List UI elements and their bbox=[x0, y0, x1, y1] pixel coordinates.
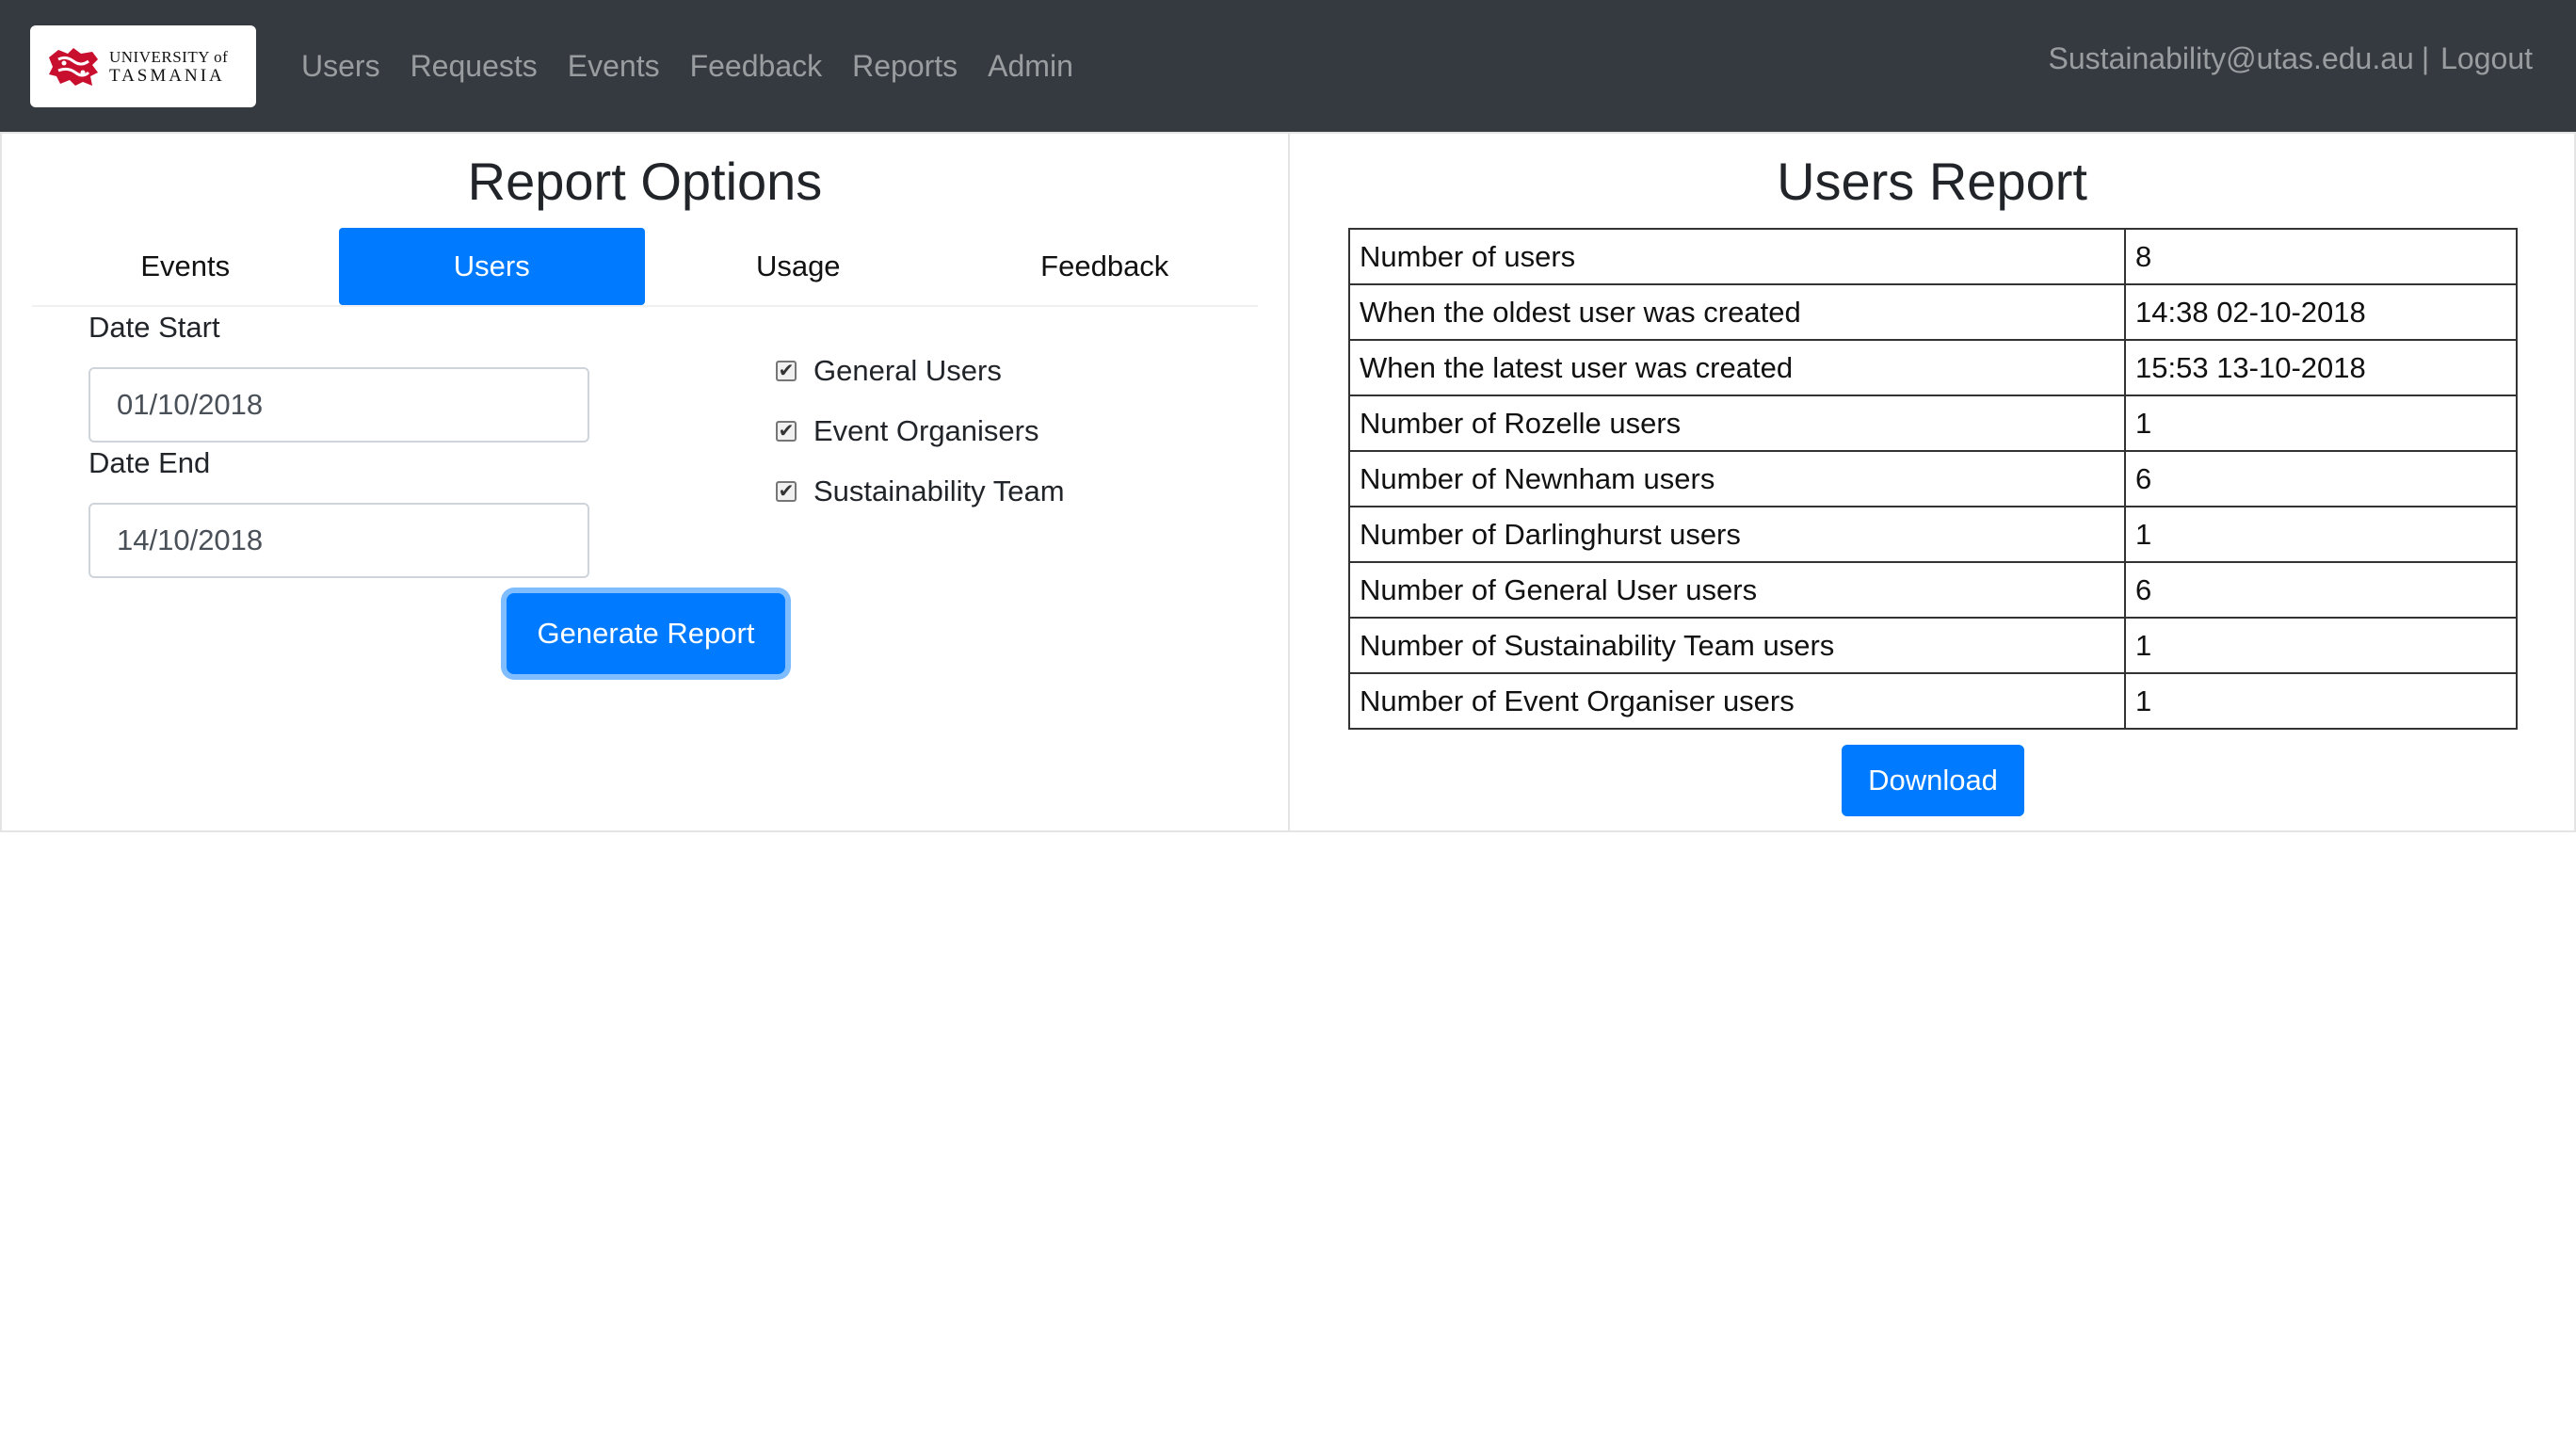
row-key: Number of users bbox=[1348, 228, 2126, 285]
brand-line-2: TASMANIA bbox=[109, 65, 225, 86]
tab-usage[interactable]: Usage bbox=[645, 228, 952, 305]
checkbox-event-organisers-box[interactable]: ✔ bbox=[776, 421, 797, 442]
users-report-table: Number of users 8 When the oldest user w… bbox=[1348, 228, 2518, 730]
report-type-tabs: Events Users Usage Feedback bbox=[32, 228, 1258, 307]
row-key: When the latest user was created bbox=[1348, 339, 2126, 396]
checkbox-sustainability-team[interactable]: ✔ Sustainability Team bbox=[776, 475, 1065, 508]
row-key: When the oldest user was created bbox=[1348, 283, 2126, 341]
checkbox-event-organisers[interactable]: ✔ Event Organisers bbox=[776, 414, 1039, 448]
date-start-label: Date Start bbox=[89, 311, 220, 344]
row-value: 1 bbox=[2124, 617, 2518, 674]
date-end-label: Date End bbox=[89, 446, 211, 479]
nav-separator: | bbox=[2421, 41, 2430, 75]
row-value: 8 bbox=[2124, 228, 2518, 285]
row-key: Number of General User users bbox=[1348, 561, 2126, 619]
tab-users[interactable]: Users bbox=[338, 228, 645, 305]
row-value: 6 bbox=[2124, 561, 2518, 619]
date-end-input[interactable]: 14/10/2018 bbox=[89, 503, 589, 578]
nav-link-users[interactable]: Users bbox=[301, 45, 380, 87]
row-key: Number of Event Organiser users bbox=[1348, 672, 2126, 730]
nav-link-requests[interactable]: Requests bbox=[411, 45, 538, 87]
table-row: Number of Newnham users 6 bbox=[1348, 450, 2518, 507]
table-row: When the latest user was created 15:53 1… bbox=[1348, 339, 2518, 396]
row-value: 1 bbox=[2124, 394, 2518, 452]
tab-events[interactable]: Events bbox=[32, 228, 339, 305]
logout-link[interactable]: Logout bbox=[2440, 38, 2533, 79]
nav-link-events[interactable]: Events bbox=[568, 45, 660, 87]
row-value: 14:38 02-10-2018 bbox=[2124, 283, 2518, 341]
nav-link-reports[interactable]: Reports bbox=[852, 45, 958, 87]
checkbox-sustainability-team-label: Sustainability Team bbox=[813, 475, 1065, 507]
download-button[interactable]: Download bbox=[1842, 745, 2024, 816]
report-options-title: Report Options bbox=[467, 152, 823, 211]
table-row: When the oldest user was created 14:38 0… bbox=[1348, 283, 2518, 341]
row-value: 1 bbox=[2124, 506, 2518, 563]
checkbox-general-users[interactable]: ✔ General Users bbox=[776, 354, 1002, 388]
tasmanian-lion-crest-icon bbox=[49, 47, 98, 86]
generate-report-button[interactable]: Generate Report bbox=[507, 593, 785, 674]
table-row: Number of Darlinghurst users 1 bbox=[1348, 506, 2518, 563]
row-value: 1 bbox=[2124, 672, 2518, 730]
checkbox-general-users-box[interactable]: ✔ bbox=[776, 361, 797, 381]
row-value: 6 bbox=[2124, 450, 2518, 507]
row-key: Number of Darlinghurst users bbox=[1348, 506, 2126, 563]
nav-link-feedback[interactable]: Feedback bbox=[690, 45, 823, 87]
users-report-panel: Users Report Number of users 8 When the … bbox=[1288, 132, 2576, 832]
table-row: Number of users 8 bbox=[1348, 228, 2518, 285]
table-row: Number of Event Organiser users 1 bbox=[1348, 672, 2518, 730]
users-report-title: Users Report bbox=[1777, 152, 2087, 211]
checkbox-event-organisers-label: Event Organisers bbox=[813, 414, 1039, 447]
report-options-panel: Report Options Events Users Usage Feedba… bbox=[0, 132, 1290, 832]
user-email[interactable]: Sustainability@utas.edu.au bbox=[2049, 38, 2414, 79]
table-row: Number of Sustainability Team users 1 bbox=[1348, 617, 2518, 674]
checkbox-general-users-label: General Users bbox=[813, 354, 1002, 387]
brand-line-1: UNIVERSITY of bbox=[109, 47, 229, 66]
table-row: Number of General User users 6 bbox=[1348, 561, 2518, 619]
row-value: 15:53 13-10-2018 bbox=[2124, 339, 2518, 396]
user-menu: Sustainability@utas.edu.au | Logout bbox=[2049, 38, 2533, 79]
checkbox-sustainability-team-box[interactable]: ✔ bbox=[776, 481, 797, 502]
tab-feedback[interactable]: Feedback bbox=[952, 228, 1259, 305]
date-start-input[interactable]: 01/10/2018 bbox=[89, 367, 589, 443]
row-key: Number of Sustainability Team users bbox=[1348, 617, 2126, 674]
table-row: Number of Rozelle users 1 bbox=[1348, 394, 2518, 452]
row-key: Number of Rozelle users bbox=[1348, 394, 2126, 452]
row-key: Number of Newnham users bbox=[1348, 450, 2126, 507]
nav-link-admin[interactable]: Admin bbox=[988, 45, 1073, 87]
main-nav: Users Requests Events Feedback Reports A… bbox=[301, 45, 1103, 87]
top-navbar: UNIVERSITY of TASMANIA Users Requests Ev… bbox=[0, 0, 2576, 132]
university-logo[interactable]: UNIVERSITY of TASMANIA bbox=[30, 25, 256, 107]
